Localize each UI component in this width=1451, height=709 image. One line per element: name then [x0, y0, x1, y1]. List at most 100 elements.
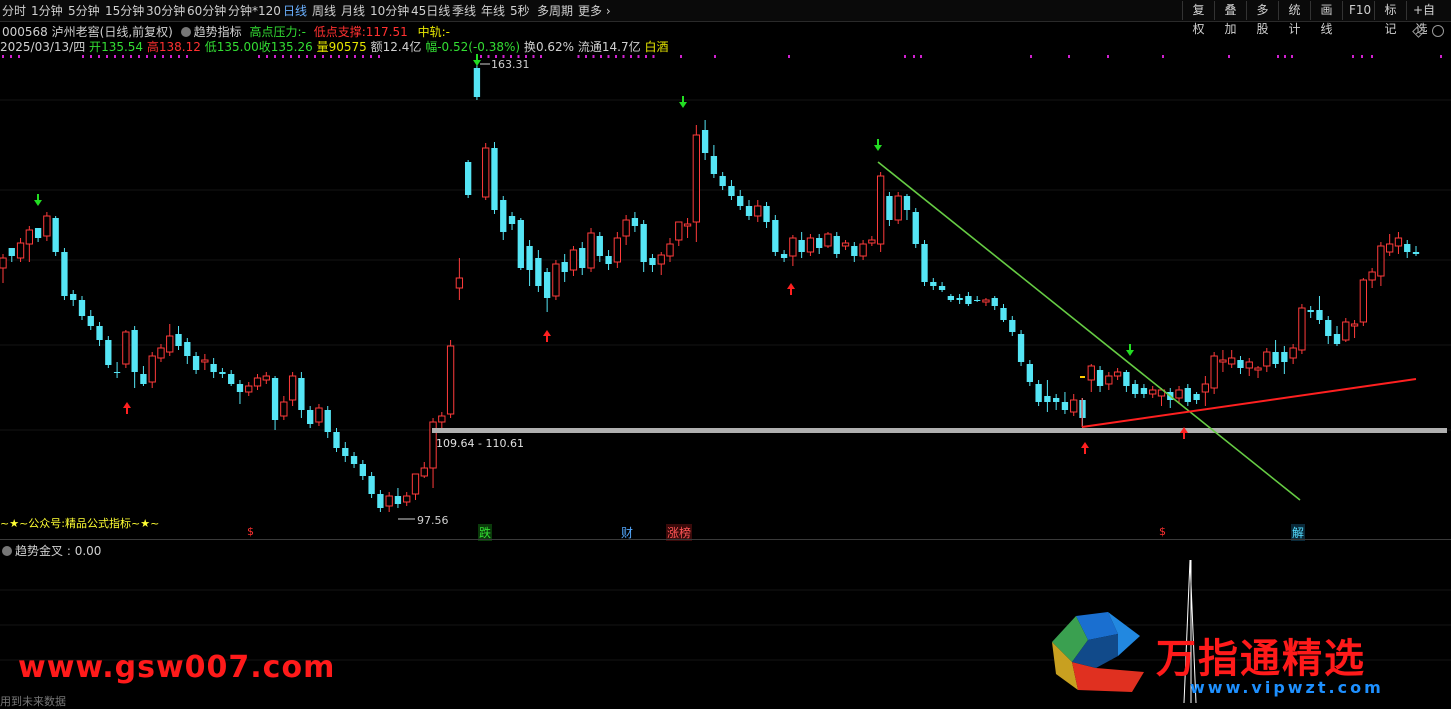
- signal-dot-2: [18, 55, 20, 58]
- sub-indicator-name[interactable]: 趋势金叉: [15, 544, 63, 558]
- candle-body-110: [965, 296, 972, 304]
- signal-dot-14: [170, 55, 172, 58]
- candle-body-71: [622, 219, 630, 237]
- candle-body-107: [938, 286, 946, 290]
- candle-body-2: [16, 242, 25, 259]
- watermark-url-left: www.gsw007.com: [18, 650, 336, 685]
- candle-body-0: [0, 257, 7, 269]
- peak-label: 163.31: [491, 58, 530, 71]
- candle-body-88: [772, 220, 779, 252]
- candle-body-11: [96, 326, 103, 340]
- kline-chart[interactable]: [0, 0, 1451, 703]
- signal-dot-26: [330, 55, 332, 58]
- candle-body-131: [1149, 389, 1157, 395]
- candle-body-45: [394, 496, 402, 504]
- candle-body-148: [1298, 307, 1306, 351]
- candle-body-25: [219, 372, 226, 374]
- signal-dot-18: [266, 55, 268, 58]
- candle-body-31: [271, 378, 279, 420]
- candle-body-23: [201, 359, 209, 363]
- candle-body-105: [921, 244, 928, 282]
- candle-body-59: [517, 220, 524, 268]
- candle-body-14: [122, 331, 130, 365]
- signal-dot-29: [354, 55, 356, 58]
- candle-body-95: [833, 236, 840, 254]
- candle-body-149: [1307, 310, 1314, 312]
- candle-body-36: [315, 407, 323, 423]
- candle-body-64: [561, 262, 568, 272]
- range-band: [432, 428, 1447, 433]
- candle-body-115: [1009, 320, 1016, 332]
- candle-body-84: [737, 196, 744, 206]
- signal-dot-40: [532, 55, 535, 58]
- candle-body-143: [1254, 367, 1262, 371]
- candle-body-32: [280, 401, 288, 417]
- candle-body-86: [754, 205, 762, 217]
- event-badge-5[interactable]: $: [1159, 525, 1166, 538]
- signal-dot-66: [1291, 55, 1293, 58]
- candle-body-10: [87, 316, 94, 326]
- signal-dot-8: [122, 55, 124, 58]
- signal-dot-70: [1440, 55, 1442, 58]
- candle-body-42: [368, 476, 375, 494]
- candle-body-50: [438, 415, 446, 423]
- candle-body-138: [1210, 355, 1218, 389]
- candle-body-76: [666, 243, 674, 257]
- promo-text: ~★~公众号:精品公式指标~★~: [0, 517, 160, 530]
- candle-body-9: [78, 300, 86, 316]
- signal-dot-17: [258, 55, 260, 58]
- signal-dot-58: [920, 55, 922, 58]
- signal-dot-21: [290, 55, 292, 58]
- candle-body-104: [912, 212, 919, 244]
- candle-body-63: [552, 263, 560, 297]
- buy-arrow-3-head: [787, 283, 795, 289]
- signal-dot-63: [1228, 55, 1230, 58]
- candle-body-13: [113, 372, 121, 373]
- candle-body-46: [403, 495, 411, 503]
- candle-body-121: [1061, 402, 1069, 410]
- signal-dot-44: [592, 55, 595, 58]
- signal-dot-34: [487, 55, 490, 58]
- candle-body-85: [745, 206, 753, 216]
- signal-dot-10: [138, 55, 140, 58]
- signal-dot-68: [1361, 55, 1363, 58]
- candle-body-28: [245, 385, 253, 393]
- signal-dot-55: [788, 55, 790, 58]
- signal-dot-52: [652, 55, 655, 58]
- event-badge-1[interactable]: $: [247, 525, 254, 538]
- candle-body-27: [236, 384, 244, 392]
- signal-dot-16: [186, 55, 188, 58]
- signal-dot-48: [622, 55, 625, 58]
- signal-dot-1: [10, 55, 12, 58]
- signal-dot-67: [1352, 55, 1354, 58]
- candle-body-78: [683, 223, 692, 227]
- candle-body-21: [184, 342, 191, 356]
- candle-body-99: [868, 239, 876, 244]
- candle-body-161: [1412, 252, 1420, 254]
- candle-body-128: [1123, 372, 1130, 386]
- candle-body-67: [587, 232, 595, 269]
- candle-body-130: [1140, 388, 1148, 394]
- signal-dot-0: [2, 55, 4, 58]
- signal-dot-24: [314, 55, 316, 58]
- candle-body-146: [1281, 352, 1288, 362]
- candle-body-89: [780, 254, 788, 258]
- sub-indicator-toggle-icon[interactable]: [2, 546, 12, 556]
- range-band-label: 109.64 - 110.61: [436, 437, 524, 450]
- candle-body-118: [1035, 384, 1042, 402]
- signal-dot-25: [322, 55, 324, 58]
- candle-body-30: [262, 375, 270, 381]
- candle-body-155: [1359, 279, 1368, 323]
- signal-dot-19: [274, 55, 276, 58]
- candle-body-65: [569, 249, 578, 271]
- candle-body-129: [1131, 384, 1139, 394]
- candle-body-108: [947, 296, 955, 300]
- candle-body-70: [613, 237, 622, 263]
- signal-dot-50: [637, 55, 640, 58]
- candle-body-29: [253, 377, 262, 387]
- candle-body-124: [1087, 365, 1095, 381]
- candle-body-136: [1193, 394, 1200, 400]
- candle-body-83: [728, 186, 735, 196]
- candle-body-80: [701, 130, 709, 153]
- signal-dot-59: [1030, 55, 1032, 58]
